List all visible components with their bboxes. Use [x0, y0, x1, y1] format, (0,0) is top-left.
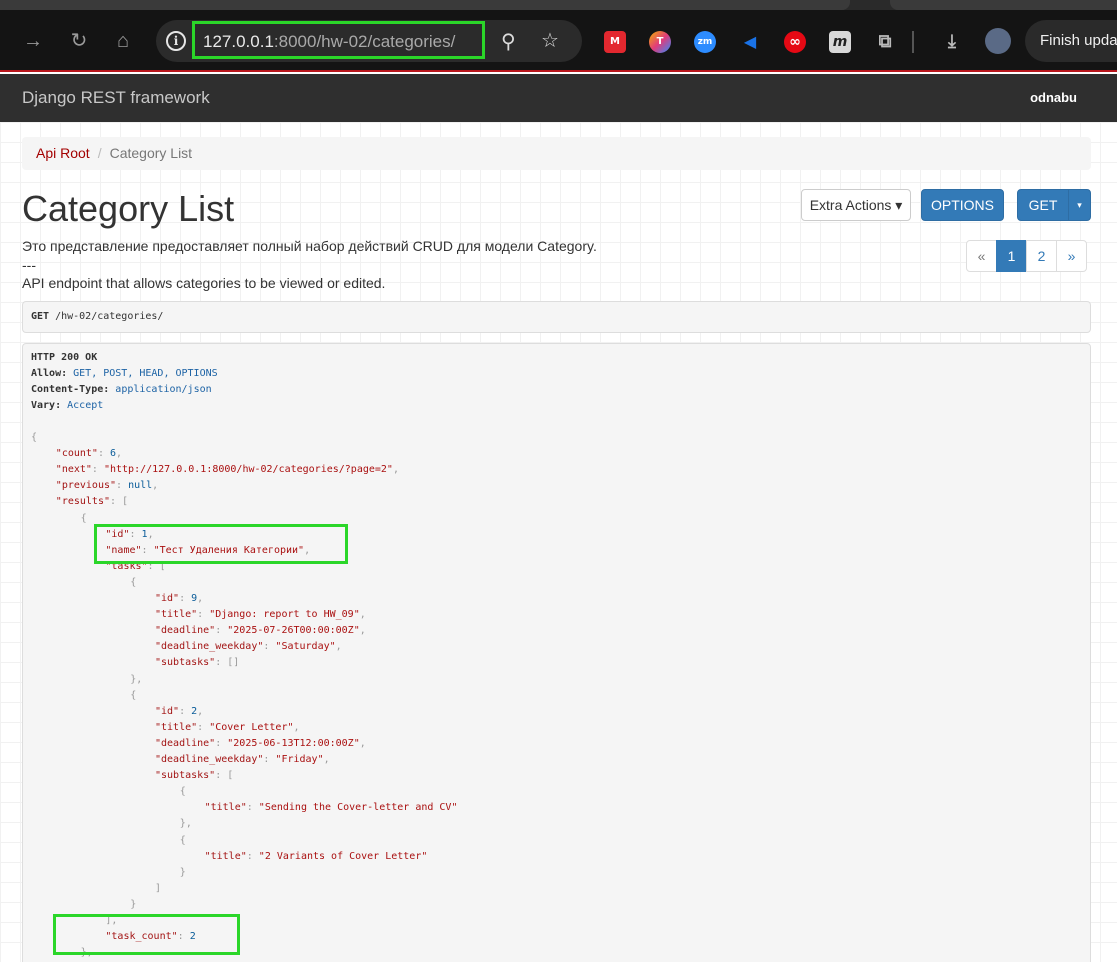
address-bar[interactable]: i 127.0.0.1:8000/hw-02/categories/ ⚲ ☆ — [156, 20, 582, 62]
view-description: Это представление предоставляет полный н… — [22, 237, 597, 293]
toolbar-divider — [912, 31, 914, 53]
forward-icon[interactable]: → — [18, 26, 48, 56]
json-line: "deadline_weekday": "Friday", — [155, 754, 330, 765]
url-highlight: 127.0.0.1:8000/hw-02/categories/ — [192, 21, 485, 59]
json-line: "id": 2, — [155, 705, 204, 717]
response-header: Vary: Accept — [31, 400, 104, 411]
tune-icon[interactable]: T — [649, 31, 671, 53]
infinity-icon[interactable]: ∞ — [784, 31, 806, 53]
reload-icon[interactable]: ↻ — [64, 26, 94, 56]
toolbar-accent-line — [0, 70, 1117, 72]
get-format-dropdown[interactable]: ▾ — [1068, 189, 1091, 221]
json-line: { — [80, 512, 87, 524]
browser-tab[interactable] — [0, 0, 850, 10]
site-info-icon[interactable]: i — [166, 31, 186, 51]
mendeley-icon[interactable]: M — [604, 31, 626, 53]
response-info: HTTP 200 OK Allow: GET, POST, HEAD, OPTI… — [22, 343, 1091, 962]
description-line: Это представление предоставляет полный н… — [22, 238, 597, 254]
json-line: } — [179, 866, 186, 878]
pagination: « 1 2 » — [966, 240, 1087, 272]
json-line: { — [179, 786, 186, 798]
highlight-task-count — [53, 914, 240, 955]
breadcrumb-separator: / — [97, 145, 102, 161]
json-line: }, — [130, 673, 143, 685]
json-line: "results": [ — [55, 496, 129, 508]
json-line: "next": "http://127.0.0.1:8000/hw-02/cat… — [55, 464, 399, 476]
json-line: ] — [155, 882, 162, 894]
navbar-brand[interactable]: Django REST framework — [22, 88, 210, 108]
profile-avatar[interactable] — [985, 28, 1011, 54]
json-line: { — [179, 834, 186, 846]
home-icon[interactable]: ⌂ — [108, 26, 138, 56]
pagination-page-2[interactable]: 2 — [1026, 240, 1057, 272]
json-line: { — [31, 432, 38, 443]
json-line: { — [130, 689, 137, 701]
pagination-page-1[interactable]: 1 — [996, 240, 1027, 272]
json-line: "subtasks": [ — [155, 770, 234, 782]
megaphone-icon[interactable]: ◀ — [739, 31, 761, 53]
highlight-id-name — [94, 524, 348, 564]
json-line: "deadline": "2025-06-13T12:00:00Z", — [155, 737, 366, 749]
extra-actions-button[interactable]: Extra Actions ▾ — [801, 189, 911, 221]
navbar-user[interactable]: odnabu — [1030, 90, 1077, 105]
pagination-next[interactable]: » — [1056, 240, 1087, 272]
json-line: "title": "Cover Letter", — [155, 721, 300, 733]
extensions-puzzle-icon[interactable]: ⧉ — [874, 31, 896, 53]
description-line: API endpoint that allows categories to b… — [22, 275, 386, 291]
json-line: "subtasks": [] — [155, 657, 240, 669]
m-icon[interactable]: m — [829, 31, 851, 53]
download-icon[interactable]: ⤓ — [941, 31, 963, 53]
bookmark-star-icon[interactable]: ☆ — [541, 28, 559, 53]
drf-navbar: Django REST framework odnabu — [0, 74, 1117, 122]
request-info: GET /hw-02/categories/ — [22, 301, 1091, 333]
zoom-icon[interactable]: zm — [694, 31, 716, 53]
url-text[interactable]: 127.0.0.1:8000/hw-02/categories/ — [203, 32, 455, 52]
json-line: "count": 6, — [55, 448, 123, 460]
json-line: "previous": null, — [55, 480, 159, 492]
pagination-previous[interactable]: « — [966, 240, 997, 272]
json-line: "deadline_weekday": "Saturday", — [155, 641, 342, 653]
breadcrumb-api-root[interactable]: Api Root — [36, 145, 90, 161]
tab-strip — [0, 0, 1117, 10]
response-status: HTTP 200 OK — [31, 352, 98, 363]
request-method: GET — [31, 311, 50, 322]
json-line: { — [130, 576, 137, 588]
json-line: }, — [179, 818, 192, 830]
page-title: Category List — [22, 188, 235, 229]
request-path: /hw-02/categories/ — [49, 311, 164, 322]
json-line: "title": "2 Variants of Cover Letter" — [204, 850, 428, 862]
breadcrumb: Api Root / Category List — [22, 137, 1091, 170]
response-header: Allow: GET, POST, HEAD, OPTIONS — [31, 368, 218, 379]
options-button[interactable]: OPTIONS — [921, 189, 1004, 221]
description-separator: --- — [22, 256, 36, 273]
get-button[interactable]: GET — [1017, 189, 1069, 221]
page-content: Api Root / Category List Category List Ext… — [0, 122, 1117, 962]
json-line: } — [130, 898, 137, 910]
finish-update-button[interactable]: Finish update — [1025, 20, 1117, 62]
breadcrumb-current: Category List — [109, 145, 193, 161]
json-line: "deadline": "2025-07-26T00:00:00Z", — [155, 625, 366, 637]
json-line: "id": 9, — [155, 593, 204, 604]
json-line: "title": "Django: report to HW_09", — [155, 609, 366, 621]
json-line: "title": "Sending the Cover-letter and C… — [204, 802, 458, 814]
response-header: Content-Type: application/json — [31, 384, 212, 395]
browser-toolbar: → ↻ ⌂ i 127.0.0.1:8000/hw-02/categories/… — [0, 0, 1117, 72]
zoom-out-icon[interactable]: ⚲ — [501, 29, 516, 54]
browser-tab[interactable] — [890, 0, 1117, 10]
